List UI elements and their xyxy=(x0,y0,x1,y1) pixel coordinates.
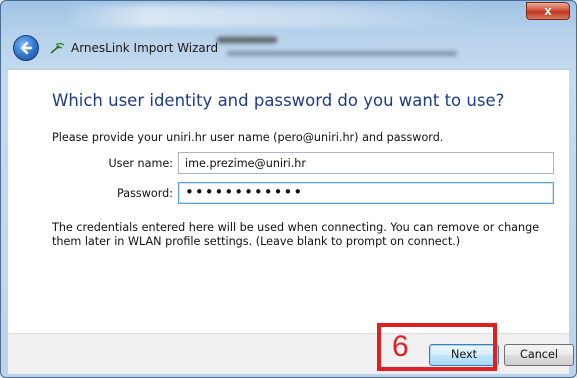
wizard-window: x ArnesLink Import Wizard Which user ide… xyxy=(0,0,577,378)
antenna-icon xyxy=(50,42,65,54)
username-label: User name: xyxy=(108,157,173,170)
title-bar-blurred xyxy=(61,5,491,27)
cancel-button[interactable]: Cancel xyxy=(504,344,574,366)
password-label: Password: xyxy=(116,187,173,200)
password-input[interactable]: •••••••••••• xyxy=(178,182,554,204)
step-number: 6 xyxy=(392,330,409,363)
instruction-text: Please provide your uniri.hr user name (… xyxy=(52,131,444,144)
credentials-description: The credentials entered here will be use… xyxy=(52,221,540,248)
page-heading: Which user identity and password do you … xyxy=(52,91,505,110)
wizard-content: Which user identity and password do you … xyxy=(8,69,569,334)
username-input[interactable] xyxy=(178,152,554,174)
blurred-notification xyxy=(197,31,497,65)
back-arrow-icon xyxy=(20,41,33,55)
wizard-header: ArnesLink Import Wizard xyxy=(7,29,572,69)
close-button[interactable]: x xyxy=(526,2,570,20)
back-button[interactable] xyxy=(13,35,39,61)
